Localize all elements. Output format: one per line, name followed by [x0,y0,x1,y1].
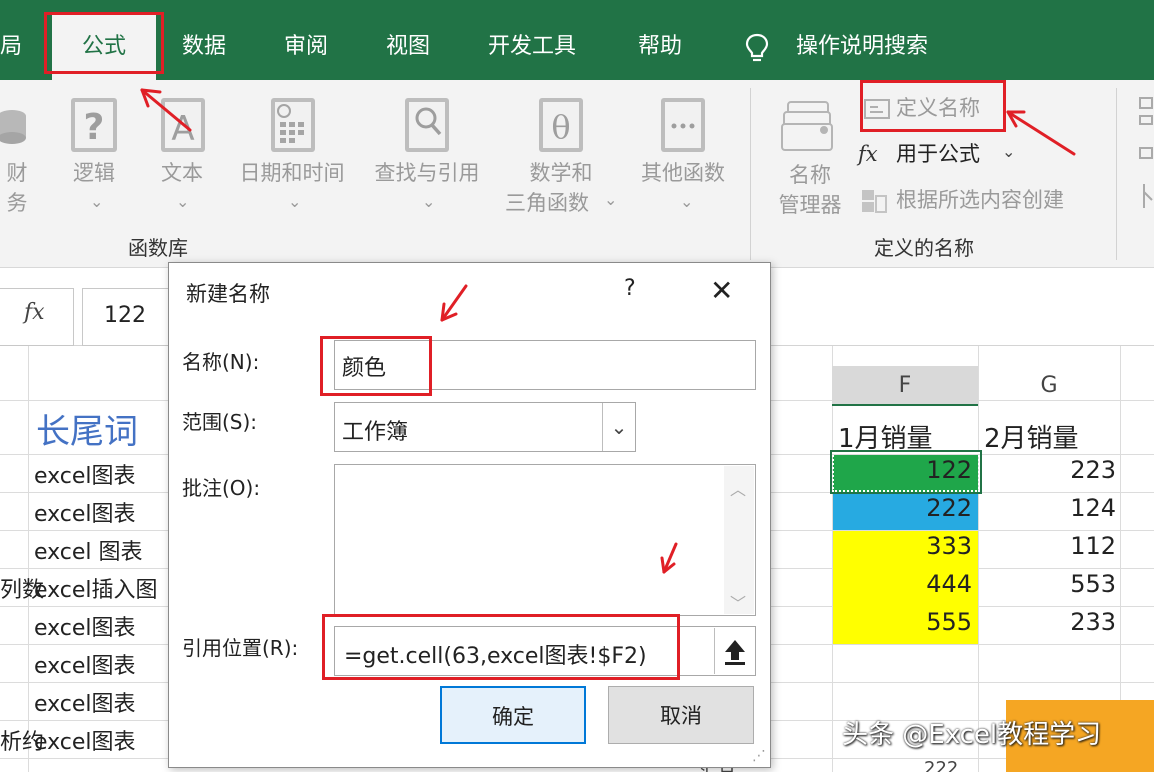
annotation-arrows [140,88,1076,574]
watermark: 头条 @Excel教程学习 [842,720,1102,750]
